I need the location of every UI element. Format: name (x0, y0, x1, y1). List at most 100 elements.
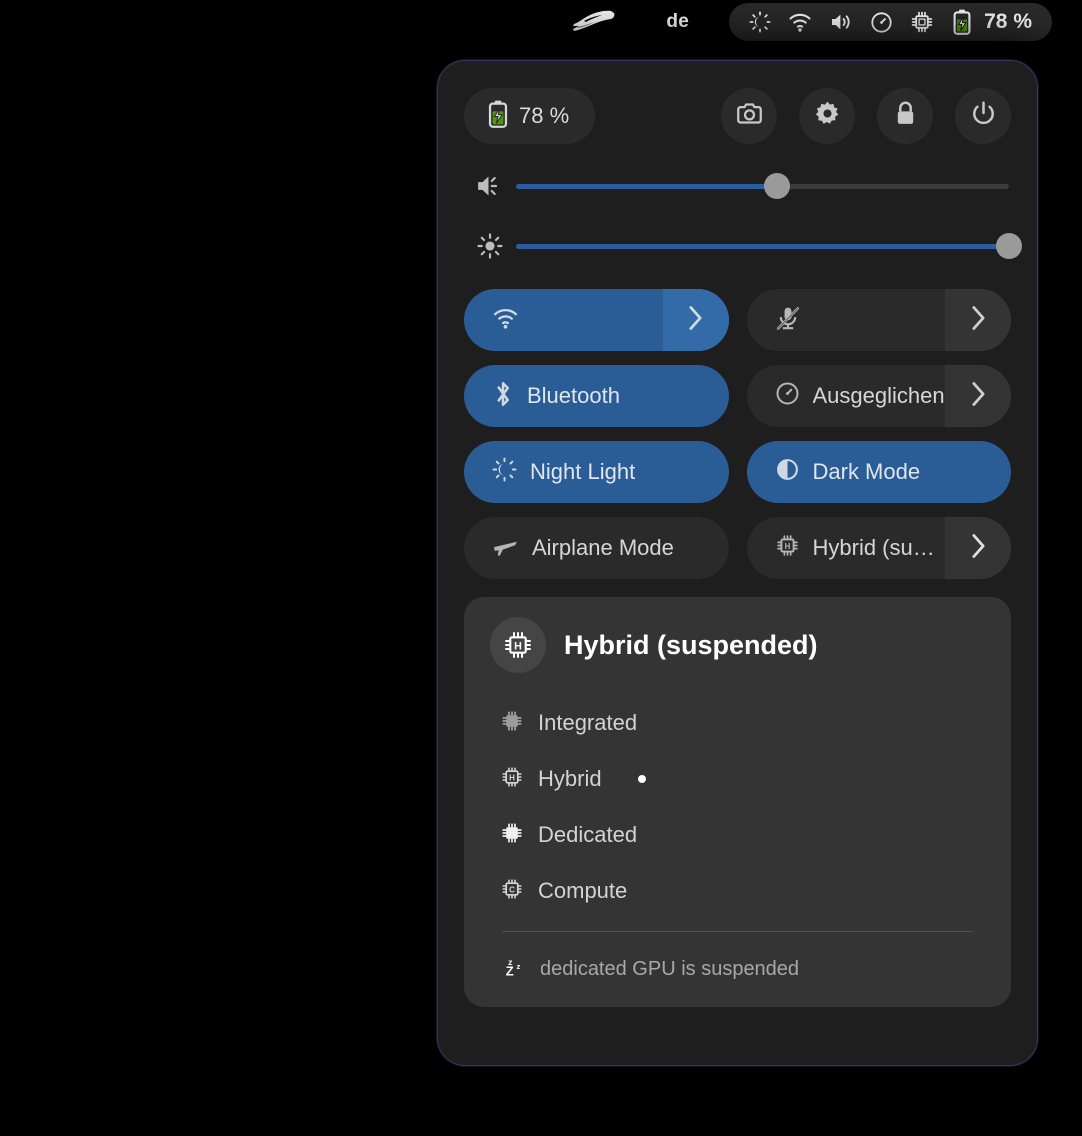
battery-percent-label: 78 % (984, 10, 1032, 33)
brightness-slider-fill (516, 243, 1009, 249)
gpu-mode-toggle-main[interactable]: H Hybrid (sus…) (747, 517, 946, 579)
quick-settings-panel: 78 % Bluetooth Ausgeglichen Night Light … (437, 60, 1038, 1066)
status-indicators-pill[interactable]: 78 % (729, 3, 1052, 41)
svg-text:z: z (517, 962, 521, 971)
gpu-mode-toggle-expand[interactable] (945, 517, 1011, 579)
bluetooth-toggle-main[interactable]: Bluetooth (464, 365, 729, 427)
screenshot-button[interactable] (721, 88, 777, 144)
power-profile-toggle-main[interactable]: Ausgeglichen (747, 365, 946, 427)
night-light-indicator-icon (749, 11, 771, 33)
camera-icon (736, 100, 763, 132)
brightness-slider[interactable] (464, 221, 1022, 271)
chip-hybrid-icon: H (500, 765, 524, 794)
svg-text:H: H (784, 542, 790, 551)
volume-slider-track[interactable] (516, 173, 1009, 199)
power-icon (970, 100, 997, 132)
panel-header-row: 78 % (464, 85, 1011, 147)
gpu-option-dedicated-label: Dedicated (538, 822, 638, 847)
wifi-icon (492, 306, 519, 335)
power-button[interactable] (955, 88, 1011, 144)
wifi-toggle-expand[interactable] (662, 289, 729, 351)
chevron-right-icon (970, 532, 987, 565)
dark-mode-toggle[interactable]: Dark Mode (746, 441, 1012, 503)
battery-charging-indicator-icon (951, 9, 973, 35)
gpu-status-note-label: dedicated GPU is suspended (540, 958, 800, 980)
dark-mode-toggle-label: Dark Mode (812, 459, 921, 484)
gpu-submenu-title: Hybrid (suspended) (564, 629, 818, 660)
chip-dedicated-icon (500, 821, 524, 850)
gpu-option-compute-label: Compute (538, 878, 628, 903)
volume-indicator-icon (829, 11, 853, 33)
sleep-zzz-icon: z z Z (500, 954, 526, 985)
power-profile-toggle-label: Ausgeglichen (812, 383, 945, 408)
airplane-mode-toggle-label: Airplane Mode (532, 535, 674, 560)
wifi-indicator-icon (788, 11, 812, 33)
quick-toggle-grid: Bluetooth Ausgeglichen Night Light Dark … (464, 289, 1011, 579)
gpu-mode-toggle[interactable]: H Hybrid (sus…) (746, 517, 1011, 579)
chip-compute-icon: C (500, 877, 524, 906)
wifi-toggle-main[interactable] (464, 289, 663, 351)
power-profile-toggle-expand[interactable] (945, 365, 1011, 427)
dark-mode-icon (775, 457, 800, 487)
brightness-icon (464, 233, 516, 259)
chip-integrated-icon (500, 709, 524, 738)
keyboard-layout-indicator[interactable]: de (666, 11, 689, 33)
night-light-toggle-label: Night Light (530, 459, 636, 484)
chevron-right-icon (687, 304, 704, 337)
mic-disabled-icon (775, 305, 801, 336)
gpu-option-dedicated[interactable]: Dedicated (490, 807, 985, 863)
settings-button[interactable] (799, 88, 855, 144)
dark-mode-toggle-main[interactable]: Dark Mode (747, 441, 1012, 503)
brightness-slider-track[interactable] (516, 233, 1022, 259)
volume-slider-fill (516, 183, 778, 189)
power-profile-icon (775, 381, 800, 411)
gpu-option-compute[interactable]: C Compute (490, 863, 985, 919)
microphone-toggle[interactable] (746, 289, 1011, 351)
volume-slider-knob (764, 173, 791, 199)
battery-charging-icon (486, 100, 510, 133)
rog-eye-logo (570, 9, 616, 35)
panel-action-buttons (721, 88, 1011, 144)
svg-text:Z: Z (506, 964, 514, 979)
gpu-option-hybrid-label: Hybrid (538, 766, 602, 791)
gpu-mode-indicator-icon (910, 10, 934, 34)
battery-chip-label: 78 % (519, 103, 570, 128)
gpu-submenu-header: H Hybrid (suspended) (490, 617, 985, 673)
gpu-chip-icon: H (775, 533, 800, 563)
airplane-mode-toggle[interactable]: Airplane Mode (464, 517, 729, 579)
bluetooth-toggle-label: Bluetooth (527, 383, 620, 408)
svg-text:C: C (509, 885, 515, 894)
svg-text:H: H (509, 773, 515, 782)
wifi-toggle[interactable] (464, 289, 729, 351)
power-profile-indicator-icon (870, 11, 893, 34)
microphone-toggle-expand[interactable] (945, 289, 1011, 351)
gear-icon (814, 100, 841, 132)
gpu-mode-submenu: H Hybrid (suspended) Integrated H Hybrid… (464, 597, 1011, 1007)
bluetooth-icon (492, 380, 514, 413)
night-light-toggle[interactable]: Night Light (464, 441, 729, 503)
gpu-option-selected-dot (637, 775, 646, 783)
top-status-bar: de 78 % (0, 0, 1082, 44)
lock-icon (893, 100, 918, 132)
gpu-option-integrated[interactable]: Integrated (490, 695, 985, 751)
power-profile-toggle[interactable]: Ausgeglichen (746, 365, 1011, 427)
airplane-icon (492, 533, 519, 563)
chevron-right-icon (970, 380, 987, 413)
microphone-toggle-main[interactable] (747, 289, 946, 351)
lock-button[interactable] (877, 88, 933, 144)
airplane-mode-toggle-main[interactable]: Airplane Mode (464, 517, 729, 579)
svg-text:H: H (514, 640, 522, 652)
volume-icon (464, 173, 516, 199)
night-light-icon (492, 457, 517, 487)
gpu-hybrid-chip-icon: H (490, 617, 546, 673)
bluetooth-toggle[interactable]: Bluetooth (464, 365, 729, 427)
gpu-status-note: z z Z dedicated GPU is suspended (490, 932, 985, 985)
battery-status-chip[interactable]: 78 % (464, 88, 596, 144)
chevron-right-icon (970, 304, 987, 337)
gpu-option-hybrid[interactable]: H Hybrid (490, 751, 985, 807)
volume-slider[interactable] (464, 161, 1011, 211)
gpu-option-integrated-label: Integrated (538, 710, 638, 735)
brightness-slider-knob (996, 233, 1022, 259)
gpu-mode-toggle-label: Hybrid (sus…) (812, 535, 946, 560)
night-light-toggle-main[interactable]: Night Light (464, 441, 729, 503)
